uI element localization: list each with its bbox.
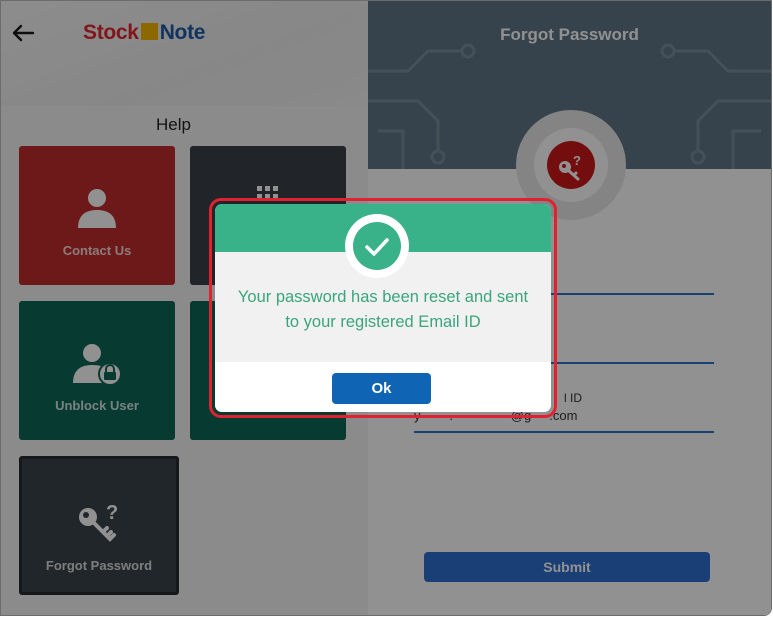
- dialog-footer: Ok: [215, 362, 551, 412]
- dialog-message-line2: to your registered Email ID: [285, 313, 481, 331]
- dialog-message-line1: Your password has been reset and sent: [237, 288, 529, 306]
- dialog-message: Your password has been reset and sent to…: [215, 285, 551, 335]
- checkmark-icon: [365, 238, 389, 256]
- success-badge: [345, 214, 409, 278]
- ok-button[interactable]: Ok: [332, 373, 431, 404]
